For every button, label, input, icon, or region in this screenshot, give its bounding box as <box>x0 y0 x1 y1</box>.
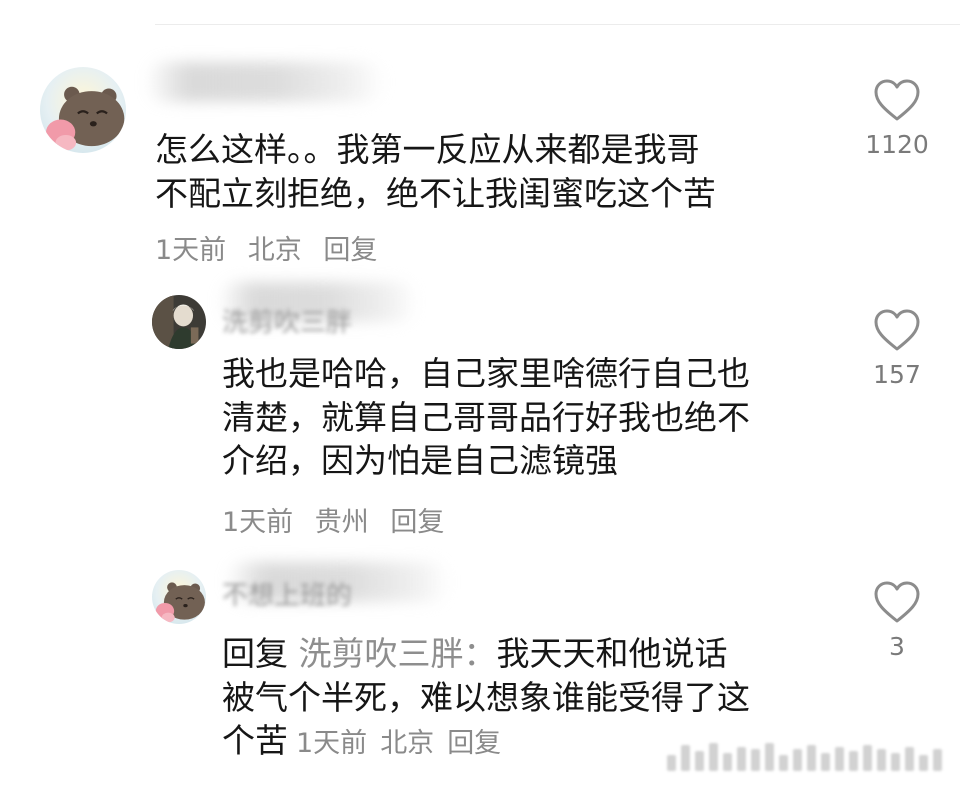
comment-location: 北京 <box>380 728 435 759</box>
reply-button[interactable]: 回复 <box>390 507 444 538</box>
like-button[interactable]: 157 <box>865 308 929 389</box>
comment-text: 怎么这样。。我第一反应从来都是我哥 不配立刻拒绝，绝不让我闺蜜吃这个苦 <box>155 130 716 213</box>
comment-time: 1天前 <box>222 507 294 538</box>
heart-outline-icon <box>874 581 920 623</box>
person-avatar-icon <box>152 295 206 349</box>
reply-label: 回复 <box>222 634 288 673</box>
top-divider <box>155 24 960 25</box>
reply-target-user[interactable]: 洗剪吹三胖： <box>299 634 497 673</box>
reply-button[interactable]: 回复 <box>323 235 377 266</box>
heart-outline-icon <box>874 309 920 351</box>
bear-avatar-icon <box>40 67 126 153</box>
comment-meta: 1天前 贵州 回复 <box>222 500 457 539</box>
comment-time: 1天前 <box>296 728 368 759</box>
comment-location: 北京 <box>247 235 302 266</box>
author-name[interactable]: 洗剪吹三胖 <box>222 302 352 339</box>
comment-location: 贵州 <box>314 507 369 538</box>
author-name-blurred[interactable] <box>145 62 385 102</box>
like-count: 157 <box>873 360 921 389</box>
comment-meta: 1天前 北京 回复 <box>155 228 390 267</box>
avatar[interactable] <box>40 67 126 153</box>
like-button[interactable]: 3 <box>865 580 929 661</box>
comment-meta: 1天前 北京 回复 <box>296 728 514 759</box>
heart-outline-icon <box>874 79 920 121</box>
watermark <box>667 743 942 771</box>
reply-button[interactable]: 回复 <box>447 728 501 759</box>
like-button[interactable]: 1120 <box>865 78 929 159</box>
comment-text: 我也是哈哈，自己家里啥德行自己也 清楚，就算自己哥哥品行好我也绝不 介绍，因为怕… <box>222 354 750 480</box>
like-count: 3 <box>889 632 905 661</box>
like-count: 1120 <box>865 130 929 159</box>
avatar[interactable] <box>152 295 206 349</box>
bear-avatar-icon <box>152 570 206 624</box>
comment-time: 1天前 <box>155 235 227 266</box>
avatar[interactable] <box>152 570 206 624</box>
author-name[interactable]: 不想上班的 <box>222 575 352 612</box>
